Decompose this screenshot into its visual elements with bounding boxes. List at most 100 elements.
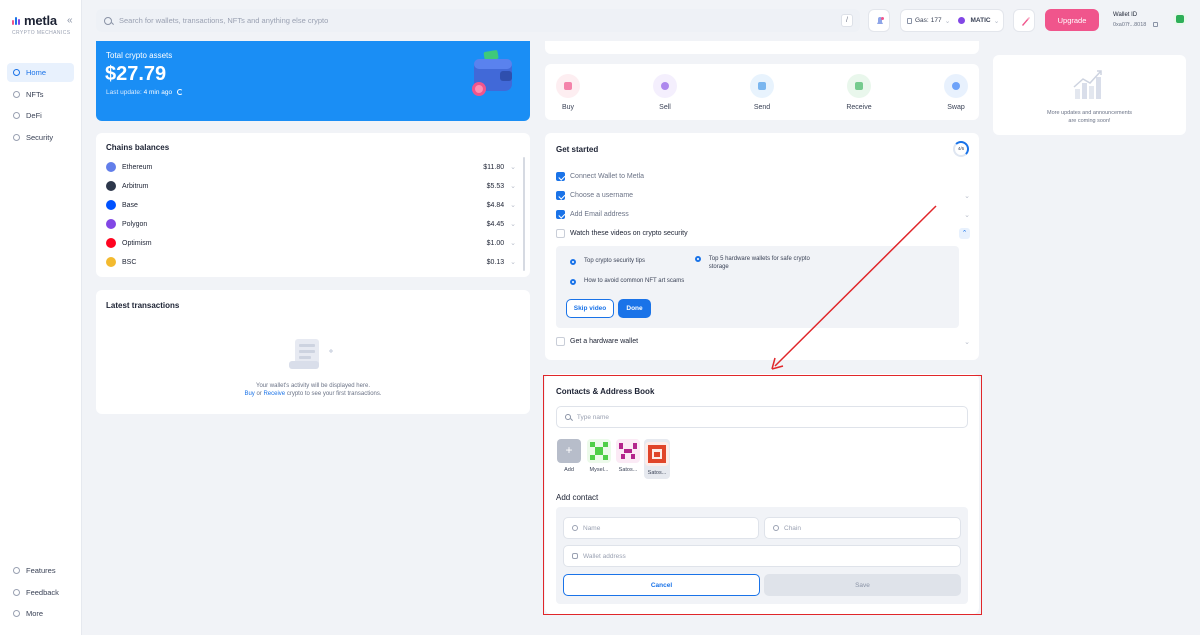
contact-search-input[interactable]	[576, 413, 967, 421]
last-update: Last update: 4 min ago	[106, 89, 183, 96]
sidebar-item-defi[interactable]: DeFi	[7, 106, 74, 125]
global-search[interactable]: /	[96, 9, 860, 32]
chain-name: Optimism	[122, 239, 152, 247]
gas-pump-icon	[907, 17, 912, 24]
chevron-down-icon: ⌄	[510, 240, 516, 247]
chain-row-ethereum[interactable]: Ethereum $11.80 ⌄	[106, 161, 516, 173]
sidebar-item-label: Home	[26, 68, 47, 77]
send-icon	[750, 74, 774, 98]
total-assets-card: Total crypto assets $27.79 Last update: …	[96, 41, 530, 121]
sell-button[interactable]: Sell	[645, 74, 685, 111]
chain-name: Polygon	[122, 220, 148, 228]
swap-button[interactable]: Swap	[936, 74, 976, 111]
chevron-down-icon: ⌄	[510, 202, 516, 209]
chevron-down-icon[interactable]: ⌄	[964, 192, 970, 200]
user-icon	[572, 525, 578, 531]
send-button[interactable]: Send	[742, 74, 782, 111]
search-icon	[104, 16, 112, 25]
bell-icon	[877, 17, 884, 24]
gas-network-selector[interactable]: Gas: 177 ⌄ MATIC ⌄	[900, 9, 1004, 32]
chain-row-bsc[interactable]: BSC $0.13 ⌄	[106, 256, 516, 268]
sidebar-item-label: DeFi	[26, 111, 42, 120]
chain-value: $5.53	[486, 182, 505, 190]
shield-icon	[13, 133, 20, 141]
receive-link[interactable]: Receive	[263, 391, 285, 397]
refresh-icon[interactable]	[176, 89, 183, 95]
wallet-id-widget[interactable]: Wallet ID 0xa07f...8018	[1109, 9, 1191, 32]
chain-row-polygon[interactable]: Polygon $4.45 ⌄	[106, 218, 516, 230]
sidebar-item-nfts[interactable]: NFTs	[7, 85, 74, 104]
done-button[interactable]: Done	[618, 299, 651, 318]
chain-row-arbitrum[interactable]: Arbitrum $5.53 ⌄	[106, 180, 516, 192]
chevron-down-icon[interactable]: ⌄	[964, 211, 970, 219]
video-option-nft-scams[interactable]: How to avoid common NFT art scams	[570, 278, 684, 285]
task-watch-videos[interactable]: Watch these videos on crypto security ⌃	[556, 228, 970, 239]
sidebar-item-label: NFTs	[26, 89, 44, 99]
checkbox-checked[interactable]	[556, 210, 565, 219]
checkbox-checked[interactable]	[556, 191, 565, 200]
task-add-email[interactable]: Add Email address ⌄	[556, 209, 970, 220]
video-option-hardware-wallets[interactable]: Top 5 hardware wallets for safe crypto s…	[695, 255, 815, 271]
sidebar-item-home[interactable]: Home	[7, 63, 74, 82]
checkbox-unchecked[interactable]	[556, 229, 565, 238]
search-input[interactable]	[119, 16, 819, 25]
save-button[interactable]: Save	[764, 574, 961, 596]
sidebar-item-label: More	[26, 609, 44, 618]
sidebar-item-security[interactable]: Security	[7, 128, 74, 147]
assets-value: $27.79	[105, 63, 167, 85]
chain-value: $1.00	[486, 239, 505, 247]
contact-name-field[interactable]	[563, 517, 759, 539]
chains-scrollbar[interactable]	[523, 157, 525, 271]
sidebar-item-more[interactable]: More	[7, 604, 74, 623]
wallet-address-field[interactable]	[563, 545, 961, 567]
last-update-time: 4 min ago	[143, 89, 173, 96]
task-connect-wallet[interactable]: Connect Wallet to Metla	[556, 171, 970, 182]
task-choose-username[interactable]: Choose a username ⌄	[556, 190, 970, 201]
upgrade-button[interactable]: Upgrade	[1045, 9, 1099, 31]
chain-row-base[interactable]: Base $4.84 ⌄	[106, 199, 516, 211]
contact-avatar[interactable]: Satos...	[615, 439, 641, 473]
task-label: Get a hardware wallet	[570, 338, 639, 345]
sidebar-item-features[interactable]: Features	[7, 561, 74, 580]
identicon-green	[587, 439, 611, 463]
security-videos-panel: Top crypto security tips Top 5 hardware …	[556, 246, 959, 328]
contact-chain-field[interactable]	[764, 517, 961, 539]
empty-message-cta: Buy or Receive crypto to see your first …	[96, 391, 530, 397]
chevron-down-icon[interactable]: ⌄	[964, 338, 970, 346]
chat-icon	[13, 588, 20, 596]
chain-name: Ethereum	[122, 163, 153, 171]
rocket-button[interactable]	[1013, 9, 1035, 32]
add-contact-avatar[interactable]: + Add	[556, 439, 582, 473]
radio-icon	[570, 259, 576, 265]
contact-avatar[interactable]: Mysel...	[586, 439, 612, 473]
brand-logo[interactable]: metla	[12, 13, 57, 28]
quick-actions-card: Buy Sell Send Receive Swap	[545, 64, 979, 120]
optimism-icon	[106, 238, 116, 248]
video-option-security-tips[interactable]: Top crypto security tips	[570, 258, 645, 265]
collapse-sidebar-icon[interactable]: «	[67, 15, 73, 26]
sidebar-item-feedback[interactable]: Feedback	[7, 583, 74, 602]
receive-button[interactable]: Receive	[839, 74, 879, 111]
video-label: Top 5 hardware wallets for safe crypto s…	[708, 256, 810, 270]
avatar-label: Satos...	[647, 470, 667, 476]
task-hardware-wallet[interactable]: Get a hardware wallet ⌄	[556, 336, 970, 347]
notifications-button[interactable]	[868, 9, 890, 32]
avatar[interactable]	[1173, 12, 1187, 26]
checkbox-checked[interactable]	[556, 172, 565, 181]
action-label: Sell	[659, 104, 671, 111]
contact-avatar-selected[interactable]: Satos...	[644, 439, 670, 479]
buy-link[interactable]: Buy	[244, 391, 254, 397]
sidebar-item-label: Features	[26, 566, 56, 575]
cancel-button[interactable]: Cancel	[563, 574, 760, 596]
video-label: How to avoid common NFT art scams	[584, 278, 685, 284]
buy-button[interactable]: Buy	[548, 74, 588, 111]
copy-icon[interactable]	[1153, 22, 1158, 27]
checkbox-unchecked[interactable]	[556, 337, 565, 346]
contact-search[interactable]	[556, 406, 968, 428]
contact-chain-input[interactable]	[784, 524, 960, 532]
skip-video-button[interactable]: Skip video	[566, 299, 614, 318]
chevron-up-icon[interactable]: ⌃	[959, 228, 970, 239]
wallet-address-input[interactable]	[583, 552, 960, 560]
contact-name-input[interactable]	[583, 524, 758, 532]
chain-row-optimism[interactable]: Optimism $1.00 ⌄	[106, 237, 516, 249]
